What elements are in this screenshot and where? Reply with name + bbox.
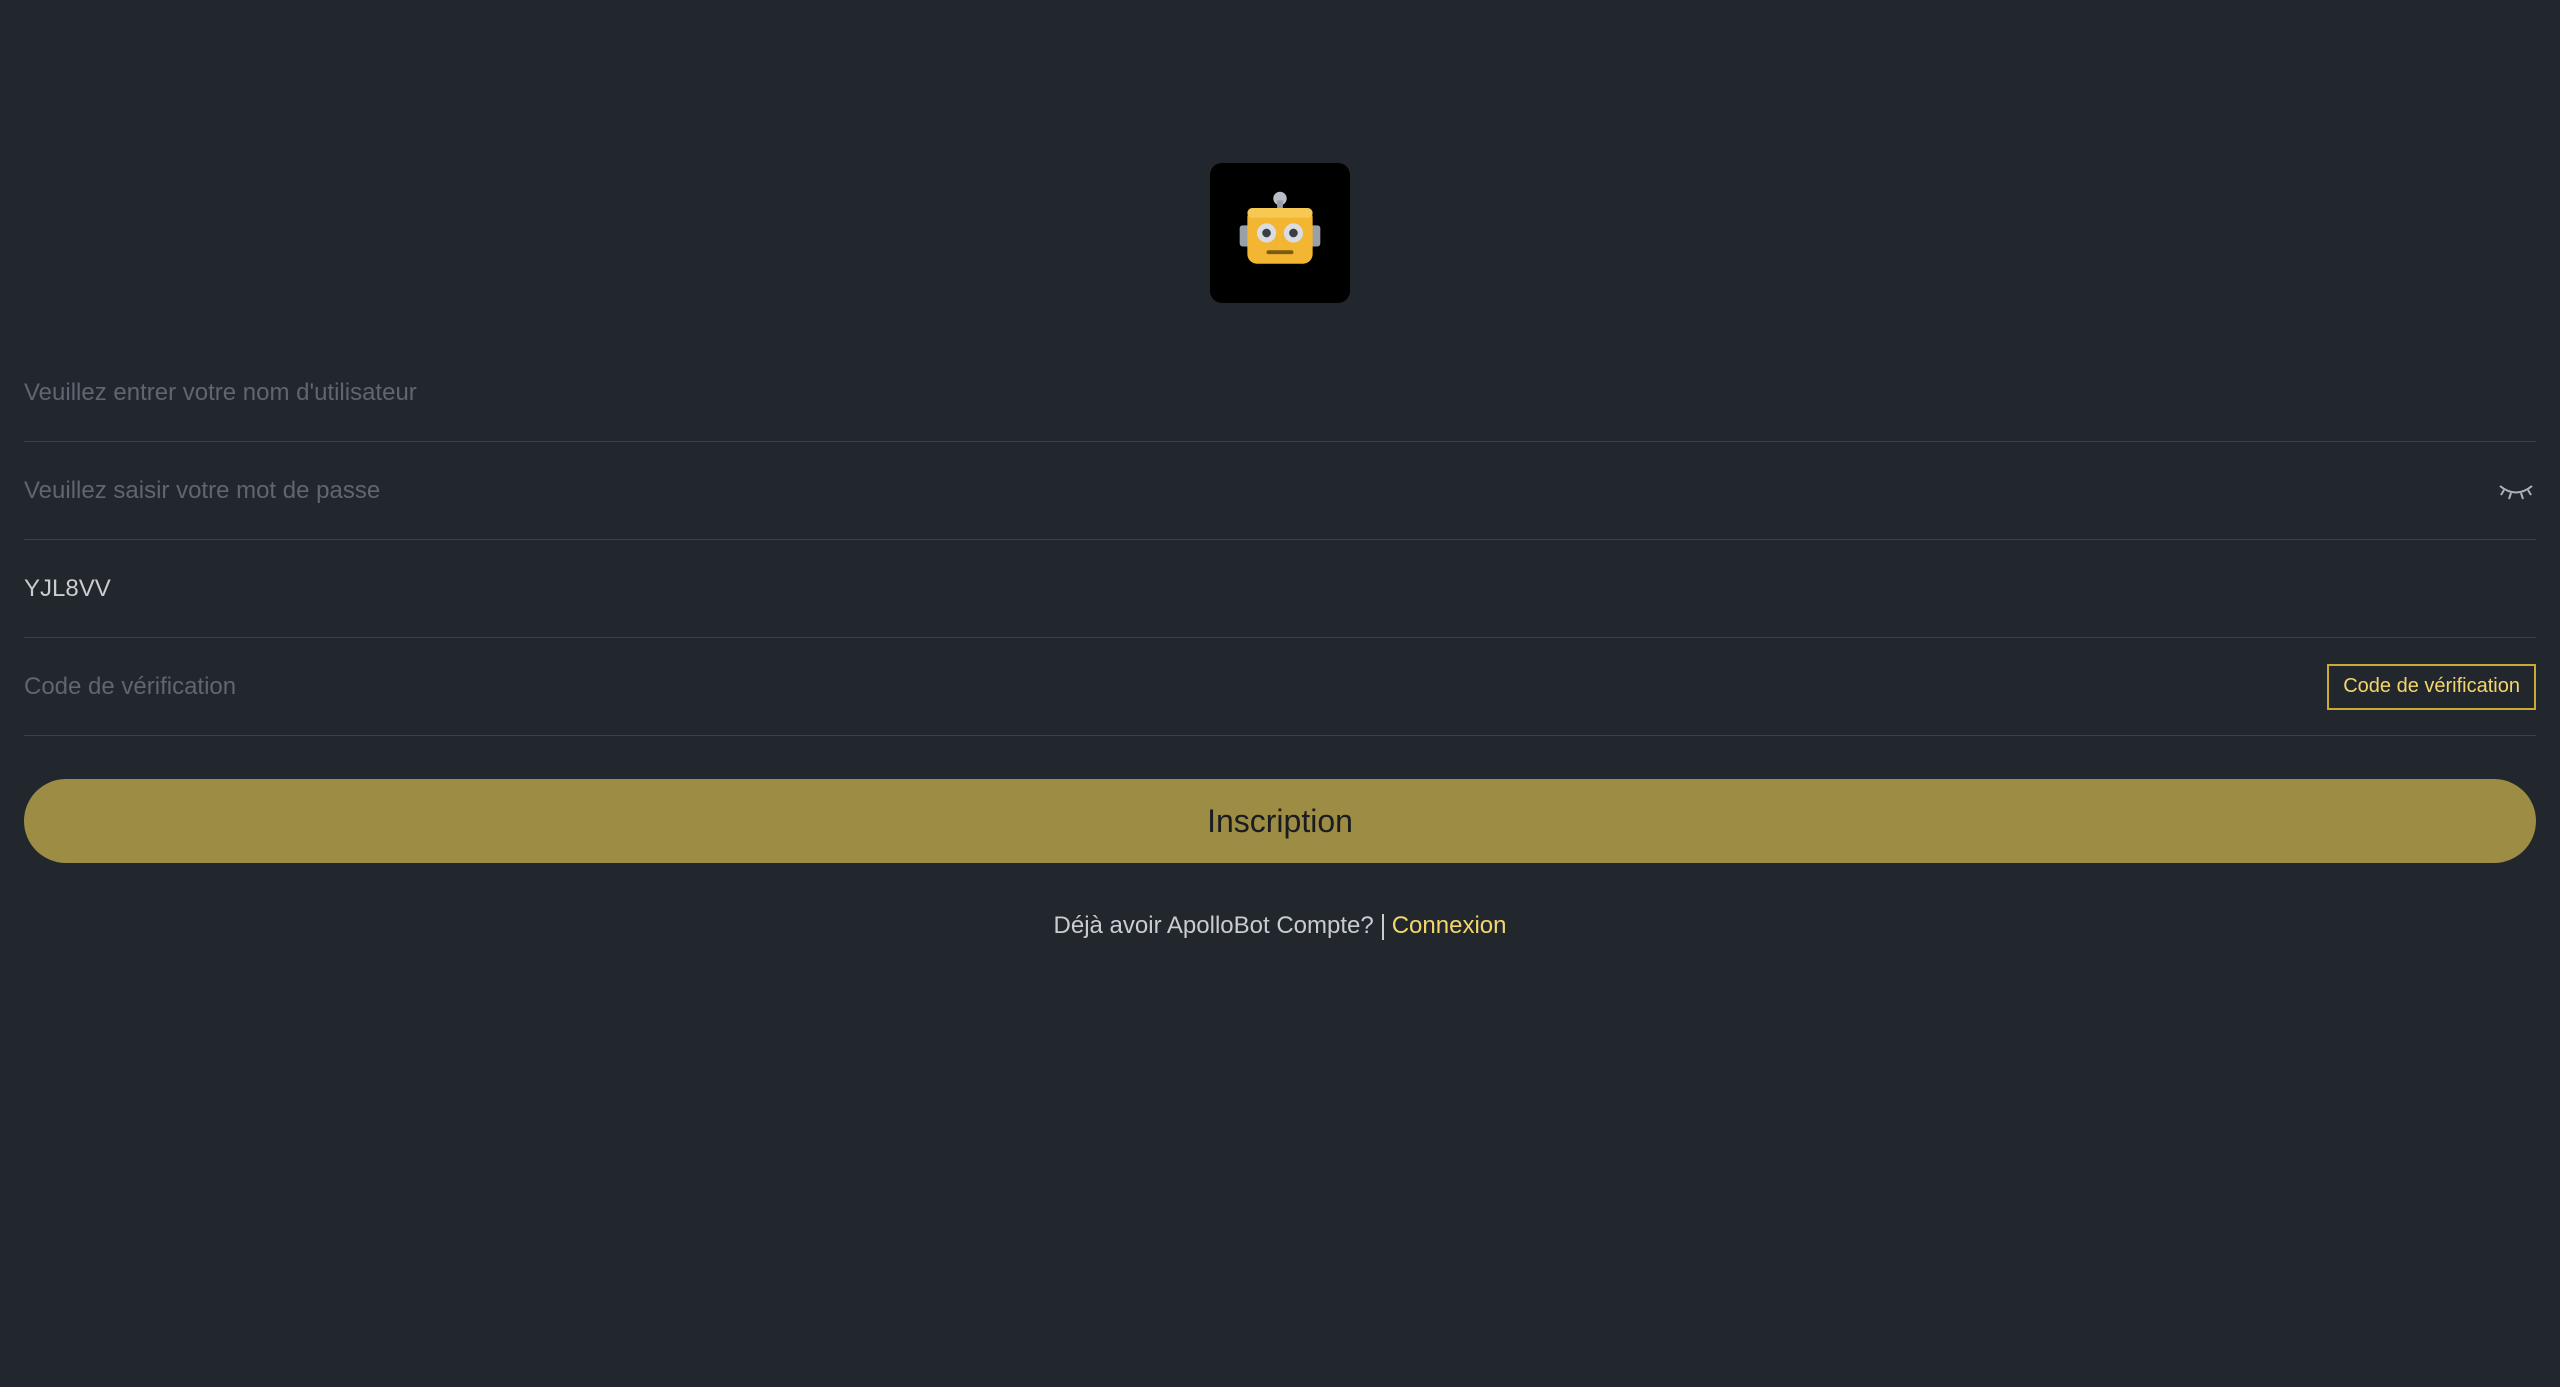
register-page: Code de vérification Inscription Déjà av… [0, 0, 2560, 1387]
username-field [24, 344, 2536, 442]
register-button[interactable]: Inscription [24, 779, 2536, 863]
login-prompt-text: Déjà avoir ApolloBot Compte? [1053, 912, 1374, 939]
app-logo [1210, 163, 1350, 303]
verification-code-input[interactable] [24, 638, 2328, 735]
get-verification-code-button[interactable]: Code de vérification [2327, 663, 2536, 710]
invite-code-field [24, 540, 2536, 638]
password-field [24, 442, 2536, 540]
login-link[interactable]: Connexion [1392, 912, 1507, 939]
login-prompt: Déjà avoir ApolloBot Compte? Connexion [0, 912, 2560, 940]
divider [1381, 913, 1384, 940]
invite-code-input[interactable] [24, 540, 2536, 637]
password-input[interactable] [24, 442, 2498, 539]
eye-closed-icon[interactable] [2498, 481, 2534, 501]
verification-field: Code de vérification [24, 638, 2536, 736]
robot-icon [1239, 191, 1321, 264]
username-input[interactable] [24, 344, 2536, 441]
